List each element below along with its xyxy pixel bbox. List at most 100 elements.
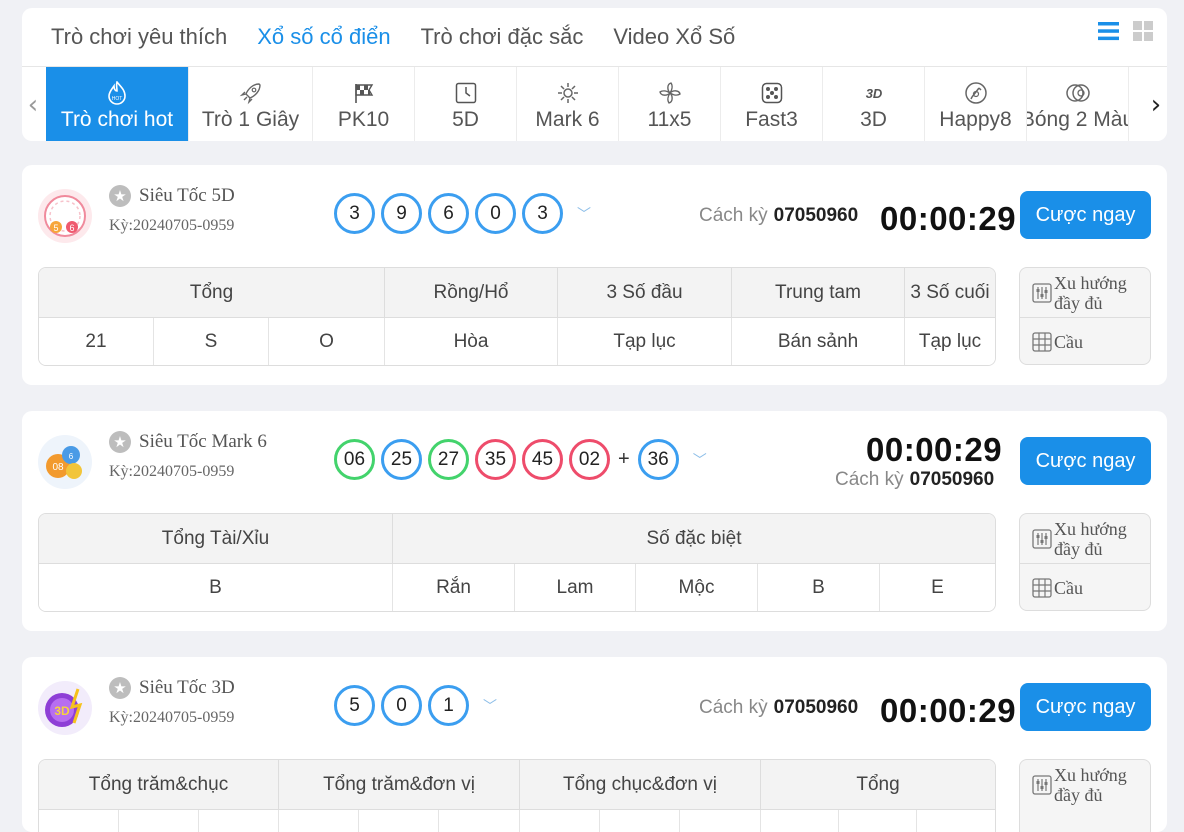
- category-fast3[interactable]: Fast3: [721, 67, 823, 141]
- road-chart-link[interactable]: Cầu: [1020, 317, 1150, 364]
- result-ball: 02: [569, 439, 610, 480]
- category-label: Trò 1 Giây: [201, 108, 300, 131]
- table-header: Tổng Rồng/Hổ 3 Số đầu Trung tam 3 Số cuố…: [39, 268, 995, 318]
- full-trend-link[interactable]: Xu hướng đầy đủ: [1020, 760, 1150, 809]
- category-1-second[interactable]: Trò 1 Giây: [189, 67, 313, 141]
- svg-text:08: 08: [52, 462, 64, 473]
- svg-text:5: 5: [53, 223, 58, 233]
- svg-text:6: 6: [69, 223, 74, 233]
- expand-results-icon[interactable]: ﹀: [483, 696, 497, 716]
- countdown-timer: 00:00:29: [880, 692, 1017, 729]
- column-header: Tổng: [39, 268, 385, 317]
- category-double-ball[interactable]: Bóng 2 Màu: [1027, 67, 1129, 141]
- game-name: Siêu Tốc 3D: [139, 677, 235, 698]
- next-period-label: Cách kỳ: [835, 469, 904, 490]
- tab-video-lottery[interactable]: Video Xổ Số: [598, 8, 750, 66]
- category-label: Bóng 2 Màu: [1027, 108, 1129, 131]
- bet-now-button[interactable]: Cược ngay: [1020, 683, 1151, 731]
- table-cell: B: [758, 564, 880, 611]
- 3d-icon: 3D: [861, 80, 887, 106]
- game-logo-3d-icon[interactable]: 3D: [36, 679, 94, 737]
- result-ball: 0: [381, 685, 422, 726]
- favorite-star-icon[interactable]: ★: [109, 677, 131, 699]
- bet-now-button[interactable]: Cược ngay: [1020, 437, 1151, 485]
- result-ball: 45: [522, 439, 563, 480]
- pen-circle-icon: [964, 80, 988, 106]
- 3d-icon-text: 3D: [865, 86, 882, 101]
- category-5d[interactable]: 5D: [415, 67, 517, 141]
- table-cell: [119, 810, 199, 832]
- category-list: HOT Trò chơi hot Trò 1 Giây PK10 5D Mark…: [46, 67, 1129, 141]
- dice-icon: [761, 80, 783, 106]
- grid-view-icon[interactable]: [1133, 21, 1153, 46]
- table-cell: Tạp lục: [918, 330, 982, 352]
- table-cell: Lam: [515, 564, 636, 611]
- table-cell: [839, 810, 917, 832]
- scroll-right-icon[interactable]: ›: [1145, 67, 1167, 141]
- category-label: 3D: [860, 108, 887, 131]
- result-balls: 3 9 6 0 3 ﹀: [334, 193, 591, 234]
- sliders-icon: [1032, 528, 1052, 549]
- expand-results-icon[interactable]: ﹀: [693, 450, 707, 470]
- result-ball: 3: [522, 193, 563, 234]
- tab-special-games[interactable]: Trò chơi đặc sắc: [406, 8, 599, 66]
- result-ball: 6: [428, 193, 469, 234]
- next-period-label: Cách kỳ: [699, 697, 768, 718]
- favorite-star-icon[interactable]: ★: [109, 431, 131, 453]
- sliders-icon: [1032, 774, 1052, 795]
- table-cell: Hòa: [385, 318, 558, 365]
- view-toggle: [1098, 21, 1153, 46]
- grid-table-icon: [1032, 577, 1052, 598]
- scroll-left-icon[interactable]: ‹: [22, 67, 44, 141]
- category-pk10[interactable]: PK10: [313, 67, 415, 141]
- game-logo-mark6-icon[interactable]: 08 6: [36, 433, 94, 491]
- full-trend-label: Xu hướng đầy đủ: [1054, 272, 1127, 313]
- checkered-flag-icon: [352, 80, 376, 106]
- result-ball: 35: [475, 439, 516, 480]
- table-cell: Mộc: [636, 564, 758, 611]
- table-cell: E: [931, 576, 944, 598]
- category-3d[interactable]: 3D 3D: [823, 67, 925, 141]
- road-chart-label: Cầu: [1054, 577, 1083, 598]
- expand-results-icon[interactable]: ﹀: [577, 204, 591, 224]
- column-header: 3 Số cuối: [910, 281, 990, 303]
- bet-now-button[interactable]: Cược ngay: [1020, 191, 1151, 239]
- result-ball: 06: [334, 439, 375, 480]
- table-cell: [600, 810, 680, 832]
- game-card-5d: 56 ★ Siêu Tốc 5D Kỳ:20240705-0959 3 9 6 …: [22, 165, 1167, 385]
- road-chart-link[interactable]: Cầu: [1020, 563, 1150, 610]
- result-table: Tổng Rồng/Hổ 3 Số đầu Trung tam 3 Số cuố…: [38, 267, 996, 366]
- table-cell: [439, 810, 520, 832]
- category-hot[interactable]: HOT Trò chơi hot: [46, 67, 189, 141]
- category-11x5[interactable]: 11x5: [619, 67, 721, 141]
- game-logo-5d-icon[interactable]: 56: [36, 187, 94, 245]
- favorite-star-icon[interactable]: ★: [109, 185, 131, 207]
- result-table: Tổng trăm&chục Tổng trăm&đơn vị Tổng chụ…: [38, 759, 996, 832]
- column-header: Rồng/Hổ: [385, 268, 558, 317]
- table-cell: [520, 810, 600, 832]
- next-period: Cách kỳ 07050960: [699, 205, 858, 227]
- category-happy8[interactable]: Happy8: [925, 67, 1027, 141]
- table-cell: [199, 810, 279, 832]
- table-cell: [761, 810, 839, 832]
- tab-favorite-games[interactable]: Trò chơi yêu thích: [22, 8, 242, 66]
- column-header: Số đặc biệt: [646, 527, 742, 549]
- full-trend-label: Xu hướng đầy đủ: [1054, 518, 1127, 559]
- svg-text:6: 6: [69, 452, 74, 461]
- game-name: Siêu Tốc Mark 6: [139, 431, 267, 452]
- full-trend-link[interactable]: Xu hướng đầy đủ: [1020, 268, 1150, 317]
- column-header: Tổng trăm&đơn vị: [279, 760, 520, 809]
- full-trend-link[interactable]: Xu hướng đầy đủ: [1020, 514, 1150, 563]
- countdown-timer: 00:00:29: [866, 431, 1003, 468]
- category-mark6[interactable]: Mark 6: [517, 67, 619, 141]
- result-ball: 1: [428, 685, 469, 726]
- next-period-number: 07050960: [773, 697, 859, 718]
- road-chart-label: Cầu: [1054, 331, 1083, 352]
- hot-fire-icon: HOT: [107, 80, 127, 106]
- list-view-icon[interactable]: [1098, 21, 1119, 46]
- period-label: Kỳ:20240705-0959: [109, 463, 235, 480]
- tab-classic-lottery[interactable]: Xổ số cổ điển: [242, 8, 405, 66]
- table-cell: [359, 810, 439, 832]
- lottery-tabs: Trò chơi yêu thích Xổ số cổ điển Trò chơ…: [22, 8, 750, 66]
- table-cell: [39, 810, 119, 832]
